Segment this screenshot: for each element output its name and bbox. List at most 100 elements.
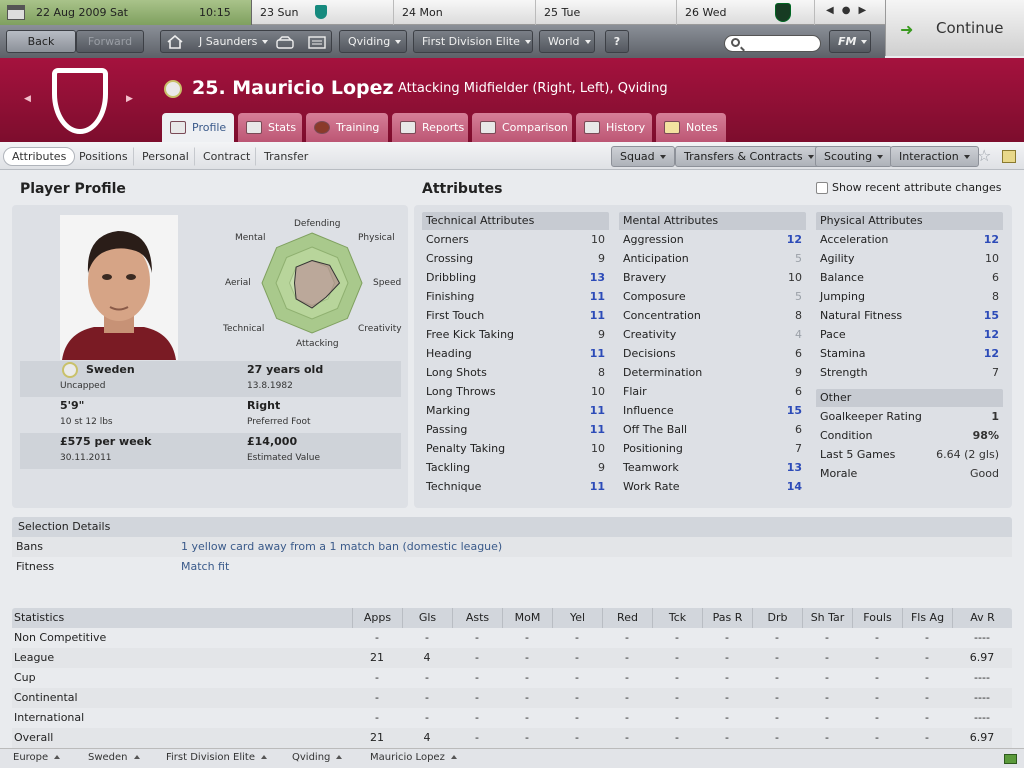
breadcrumb-item[interactable]: Mauricio Lopez [370,752,457,763]
calendar-icon[interactable] [7,5,25,20]
star-icon[interactable]: ☆ [977,146,991,165]
statistics-column-header[interactable]: Av R [952,608,1012,628]
attribute-row[interactable]: Teamwork 13 [619,458,806,477]
statistics-column-header[interactable]: Red [602,608,652,628]
attribute-row[interactable]: Work Rate 14 [619,477,806,496]
squad-menu[interactable]: Squad [611,146,675,167]
attribute-row[interactable]: Long Throws 10 [422,382,609,401]
attribute-row[interactable]: Composure 5 [619,287,806,306]
statistics-column-header[interactable]: Fouls [852,608,902,628]
attribute-row[interactable]: Last 5 Games 6.64 (2 gls) [816,445,1003,464]
attribute-row[interactable]: Marking 11 [422,401,609,420]
attribute-row[interactable]: Finishing 11 [422,287,609,306]
today-icon[interactable]: ● [842,5,851,16]
selection-value[interactable]: 1 yellow card away from a 1 match ban (d… [181,537,502,557]
tab-profile[interactable]: Profile [162,113,234,142]
tab-history[interactable]: History [576,113,652,142]
news-icon[interactable] [308,35,326,49]
fm-menu-button[interactable]: FM [829,30,871,53]
day-cell[interactable]: 24 Mon [395,0,536,25]
attribute-row[interactable]: Aggression 12 [619,230,806,249]
attribute-row[interactable]: Goalkeeper Rating 1 [816,407,1003,426]
selection-value[interactable]: Match fit [181,557,229,577]
attribute-row[interactable]: Free Kick Taking 9 [422,325,609,344]
statistics-column-header[interactable]: Gls [402,608,452,628]
transfers-contracts-menu[interactable]: Transfers & Contracts [675,146,823,167]
subtab-contract[interactable]: Contract [194,147,259,166]
search-input[interactable] [724,35,821,52]
world-dropdown[interactable]: World [539,30,595,53]
help-button[interactable]: ? [605,30,629,53]
continue-button[interactable]: ➜ Continue [885,0,1024,56]
statistics-column-header[interactable]: Fls Ag [902,608,952,628]
status-icon[interactable] [1004,754,1017,764]
attribute-row[interactable]: Natural Fitness 15 [816,306,1003,325]
add-note-icon[interactable] [1002,150,1016,163]
attribute-row[interactable]: Passing 11 [422,420,609,439]
tab-notes[interactable]: Notes [656,113,726,142]
scouting-menu[interactable]: Scouting [815,146,893,167]
recent-changes-checkbox[interactable] [816,182,828,194]
previous-icon[interactable]: ◀ [826,5,834,16]
back-button[interactable]: Back [6,30,76,53]
tab-training[interactable]: Training [306,113,388,142]
attribute-row[interactable]: Technique 11 [422,477,609,496]
attribute-row[interactable]: Off The Ball 6 [619,420,806,439]
attribute-row[interactable]: Pace 12 [816,325,1003,344]
attribute-row[interactable]: Penalty Taking 10 [422,439,609,458]
current-date-panel[interactable]: 22 Aug 2009 Sat 10:15 [0,0,252,25]
statistics-column-header[interactable]: Drb [752,608,802,628]
attribute-row[interactable]: Balance 6 [816,268,1003,287]
attribute-row[interactable]: Strength 7 [816,363,1003,382]
statistics-column-header[interactable]: Apps [352,608,402,628]
attribute-row[interactable]: Agility 10 [816,249,1003,268]
breadcrumb-item[interactable]: First Division Elite [166,752,267,763]
statistics-column-header[interactable]: Pas R [702,608,752,628]
statistics-column-header[interactable]: Yel [552,608,602,628]
home-icon[interactable] [167,34,183,49]
attribute-row[interactable]: Tackling 9 [422,458,609,477]
next-icon[interactable]: ▶ [858,5,866,16]
interaction-menu[interactable]: Interaction [890,146,979,167]
attribute-row[interactable]: Jumping 8 [816,287,1003,306]
statistics-column-header[interactable]: Tck [652,608,702,628]
attribute-row[interactable]: Morale Good [816,464,1003,483]
recent-changes-toggle[interactable]: Show recent attribute changes [816,181,1002,194]
inbox-icon[interactable] [276,35,294,49]
tab-reports[interactable]: Reports [392,113,468,142]
day-cell[interactable]: 25 Tue [537,0,677,25]
attribute-row[interactable]: Creativity 4 [619,325,806,344]
forward-button[interactable]: Forward [76,30,144,53]
subtab-positions[interactable]: Positions [70,147,137,166]
attribute-row[interactable]: Long Shots 8 [422,363,609,382]
statistics-column-header[interactable]: Sh Tar [802,608,852,628]
attribute-row[interactable]: Decisions 6 [619,344,806,363]
tab-comparison[interactable]: Comparison [472,113,572,142]
club-crest[interactable] [52,68,108,134]
tab-stats[interactable]: Stats [238,113,302,142]
club-dropdown[interactable]: Qviding [339,30,407,53]
nationality[interactable]: Sweden [86,363,135,376]
attribute-row[interactable]: Concentration 8 [619,306,806,325]
day-cell[interactable]: 26 Wed [678,0,815,25]
subtab-personal[interactable]: Personal [133,147,198,166]
manager-dropdown[interactable]: J Saunders [199,31,269,52]
previous-player-icon[interactable]: ◀ [24,94,31,104]
attribute-row[interactable]: Flair 6 [619,382,806,401]
breadcrumb-item[interactable]: Qviding [292,752,343,763]
attribute-row[interactable]: Stamina 12 [816,344,1003,363]
attribute-row[interactable]: Acceleration 12 [816,230,1003,249]
breadcrumb-item[interactable]: Sweden [88,752,140,763]
attribute-row[interactable]: First Touch 11 [422,306,609,325]
attribute-row[interactable]: Dribbling 13 [422,268,609,287]
attribute-row[interactable]: Corners 10 [422,230,609,249]
day-cell[interactable]: 23 Sun [253,0,394,25]
subtab-attributes[interactable]: Attributes [3,147,76,166]
attribute-row[interactable]: Bravery 10 [619,268,806,287]
attribute-row[interactable]: Determination 9 [619,363,806,382]
next-player-icon[interactable]: ▶ [126,94,133,104]
subtab-transfer[interactable]: Transfer [255,147,317,166]
attribute-row[interactable]: Positioning 7 [619,439,806,458]
attribute-row[interactable]: Influence 15 [619,401,806,420]
statistics-column-header[interactable]: Asts [452,608,502,628]
